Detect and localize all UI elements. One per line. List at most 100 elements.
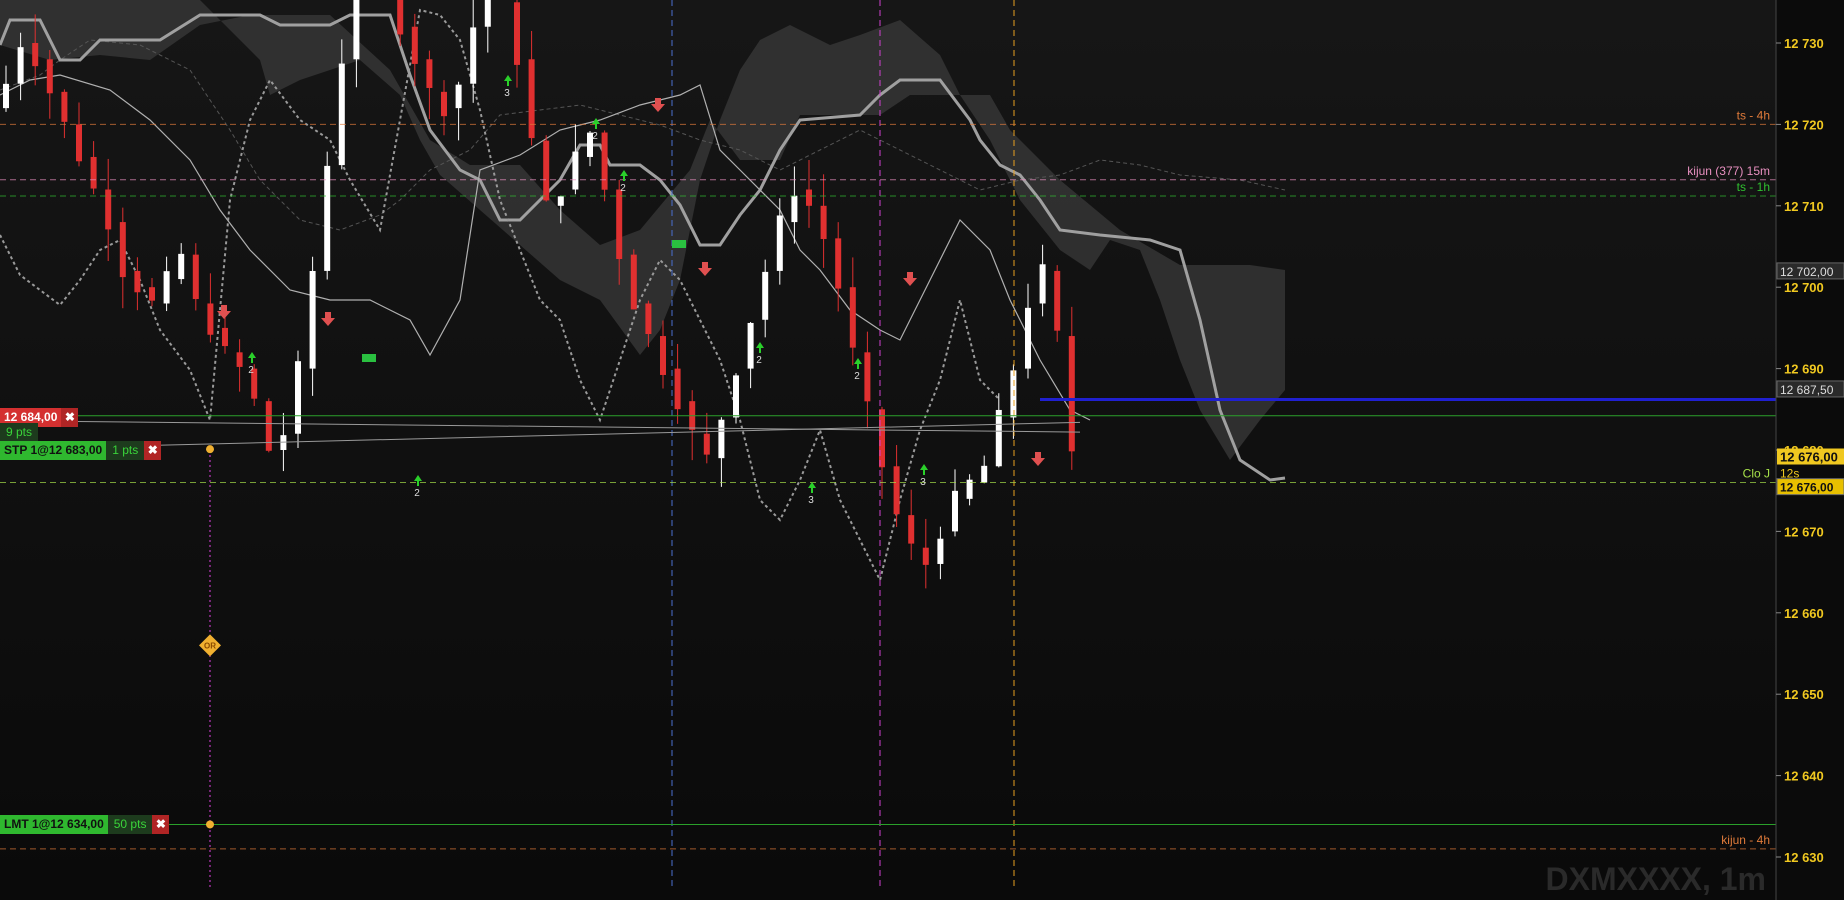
close-icon[interactable]: ✖ (152, 815, 170, 835)
axis-tick-label: 12 640 (1784, 769, 1824, 784)
candle-body (543, 140, 550, 201)
price-flag-label: 12 687,50 (1780, 383, 1834, 397)
candle-body (76, 124, 82, 162)
candle-body (46, 59, 53, 94)
candle-body (879, 409, 885, 468)
signal-count: 2 (592, 131, 598, 142)
candle-body (908, 515, 915, 544)
candle-body (3, 83, 9, 109)
signal-block (362, 354, 376, 362)
candle-body (17, 47, 24, 84)
candle-body (441, 91, 447, 117)
limit-order-label: LMT 1@12 634,00 (0, 815, 108, 835)
candle-body (645, 303, 652, 335)
candle-body (178, 253, 185, 280)
candle-body (411, 26, 418, 64)
candle-body (733, 375, 739, 418)
close-icon[interactable]: ✖ (61, 408, 79, 428)
candle-body (236, 352, 243, 367)
level-label: ts - 4h (1737, 108, 1770, 122)
candle-body (397, 0, 404, 35)
axis-tick-label: 12 670 (1784, 524, 1824, 539)
signal-count: 3 (504, 88, 510, 99)
arrow-down-icon (1031, 452, 1045, 466)
or-marker-label: OR (204, 641, 216, 650)
candle-body (61, 91, 68, 122)
signal-count: 2 (414, 488, 420, 499)
stop-order-label: STP 1@12 683,00 (0, 441, 107, 460)
candle-body (849, 287, 856, 348)
axis-tick-label: 12 660 (1784, 606, 1824, 621)
arrow-up-icon (920, 464, 928, 475)
ichimoku-cloud (0, 0, 1285, 460)
candle-body (324, 165, 331, 271)
arrow-up-icon (592, 118, 600, 129)
axis-tick-label: 12 630 (1784, 850, 1824, 865)
signal-count: 3 (920, 477, 926, 488)
candle-body (265, 401, 272, 451)
arrow-up-icon (248, 352, 256, 363)
level-label: kijun (377) 15m (1687, 164, 1770, 178)
price-chart[interactable]: ts - 4h kijun (377) 15m ts - 1h Clo J kijun … (0, 0, 1844, 900)
arrow-up-icon (414, 475, 422, 486)
candle-body (222, 327, 228, 347)
candle-body (937, 538, 944, 564)
chart-area[interactable]: ts - 4h kijun (377) 15m ts - 1h Clo J kijun … (0, 0, 1844, 900)
candle-body (353, 0, 360, 60)
arrow-down-icon (217, 305, 231, 319)
candle-body (835, 238, 842, 289)
signal-block (672, 240, 686, 248)
axis-tick-label: 12 710 (1784, 199, 1824, 214)
candle-body (791, 195, 798, 223)
candle-body (455, 84, 462, 109)
signal-count: 2 (854, 371, 860, 382)
candle-body (295, 361, 301, 434)
axis-tick-label: 12 650 (1784, 687, 1824, 702)
candle-body (952, 490, 958, 532)
arrow-up-icon (854, 358, 862, 369)
stop-order-points: 1 pts (106, 441, 145, 460)
position-tag[interactable]: 9 pts (0, 423, 39, 443)
candle-body (922, 547, 929, 565)
anchor-dot (206, 820, 214, 829)
axis-tick-label: 12 700 (1784, 280, 1824, 295)
candle-body (163, 271, 170, 304)
candle-body (820, 205, 827, 240)
candle-body (528, 59, 535, 139)
bar-countdown: 12s (1780, 467, 1799, 481)
candle-body (762, 271, 769, 320)
candle-body (514, 2, 520, 65)
level-label: kijun - 4h (1721, 833, 1770, 847)
candle-body (309, 270, 316, 369)
limit-order-tag[interactable]: LMT 1@12 634,00 50 pts ✖ (0, 815, 170, 835)
price-axis: 12 73012 72012 71012 70012 69012 68012 6… (1775, 0, 1844, 900)
axis-tick-label: 12 690 (1784, 362, 1824, 377)
level-label: Clo J (1743, 467, 1770, 481)
candle-body (1039, 264, 1046, 304)
candle-body (718, 419, 725, 459)
candle-body (426, 59, 433, 88)
axis-tick-label: 12 730 (1784, 36, 1824, 51)
signal-count: 2 (248, 365, 254, 376)
candle-body (105, 189, 112, 230)
candle-body (1054, 270, 1061, 331)
candle-body (90, 156, 97, 189)
close-icon[interactable]: ✖ (144, 441, 162, 460)
candle-body (995, 409, 1002, 467)
candle-body (674, 368, 681, 410)
candle-body (806, 189, 812, 206)
candle-body (207, 303, 214, 335)
candle-body (1068, 336, 1075, 452)
candle-body (338, 63, 345, 166)
candle-body (1010, 370, 1017, 418)
candle-body (484, 0, 491, 27)
candle-body (864, 352, 871, 402)
position-points: 9 pts (0, 423, 39, 443)
candle-body (192, 254, 199, 300)
arrow-up-icon (808, 482, 816, 493)
anchor-dot (206, 445, 214, 454)
instrument-watermark: DXMXXXX, 1m (1545, 861, 1766, 897)
price-flag-label: 12 676,00 (1780, 481, 1834, 495)
stop-order-tag[interactable]: STP 1@12 683,00 1 pts ✖ (0, 441, 162, 460)
arrow-down-icon (651, 98, 665, 112)
